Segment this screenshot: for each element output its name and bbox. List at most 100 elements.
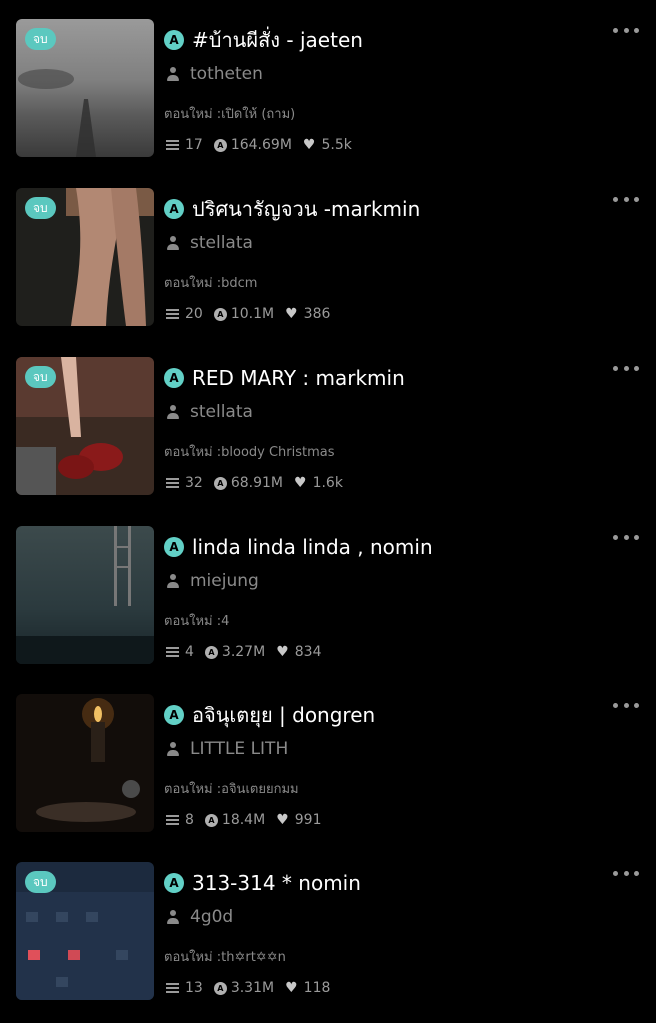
story-item[interactable]: จบ A 313-314 * nomin 4g0d ตอนใหม่ :th✡rt… <box>0 862 656 1022</box>
story-stats: 20 A 10.1M ♥ 386 <box>166 305 341 323</box>
parts-count: 32 <box>185 475 203 491</box>
latest-update: ตอนใหม่ :4 <box>164 614 230 629</box>
a-icon: A <box>164 368 184 388</box>
reads-icon: A <box>204 813 218 827</box>
user-icon <box>166 910 180 924</box>
reads-icon: A <box>204 645 218 659</box>
author[interactable]: 4g0d <box>166 906 233 928</box>
author-name[interactable]: totheten <box>190 64 263 84</box>
story-stats: 4 A 3.27M ♥ 834 <box>166 643 332 661</box>
story-stats: 32 A 68.91M ♥ 1.6k <box>166 474 354 492</box>
a-icon: A <box>164 705 184 725</box>
author-name[interactable]: stellata <box>190 233 253 253</box>
votes-count: 991 <box>294 812 322 828</box>
story-item[interactable]: จบ A RED MARY : markmin stellata ตอนใหม่… <box>0 357 656 517</box>
parts-count: 17 <box>185 137 203 153</box>
reads-icon: A <box>213 307 227 321</box>
heart-icon: ♥ <box>285 306 298 322</box>
user-icon <box>166 236 180 250</box>
reads-icon: A <box>213 981 227 995</box>
reads-count: 68.91M <box>230 475 283 491</box>
list-icon <box>166 982 179 994</box>
reads-count: 10.1M <box>230 306 275 322</box>
user-icon <box>166 742 180 756</box>
story-title[interactable]: #บ้านผีสั่ง - jaeten <box>192 24 363 56</box>
more-options-button[interactable] <box>613 23 639 37</box>
heart-icon: ♥ <box>276 644 289 660</box>
heart-icon: ♥ <box>276 812 289 828</box>
story-item[interactable]: A linda linda linda , nomin miejung ตอนใ… <box>0 526 656 686</box>
author-name[interactable]: stellata <box>190 402 253 422</box>
story-title[interactable]: linda linda linda , nomin <box>192 535 433 559</box>
votes-count: 5.5k <box>321 137 352 153</box>
votes-count: 386 <box>303 306 331 322</box>
story-title[interactable]: RED MARY : markmin <box>192 366 405 390</box>
author[interactable]: stellata <box>166 401 253 423</box>
list-icon <box>166 139 179 151</box>
story-item[interactable]: จบ A ปริศนารัญจวน -markmin stellata ตอนใ… <box>0 188 656 348</box>
latest-update: ตอนใหม่ :bloody Christmas <box>164 445 335 460</box>
completed-badge: จบ <box>25 871 56 893</box>
completed-badge: จบ <box>25 28 56 50</box>
story-title[interactable]: 313-314 * nomin <box>192 871 361 895</box>
heart-icon: ♥ <box>285 980 298 996</box>
author[interactable]: totheten <box>166 63 263 85</box>
votes-count: 834 <box>294 644 322 660</box>
more-options-button[interactable] <box>613 530 639 544</box>
latest-update: ตอนใหม่ :th✡rt✡✡n <box>164 950 286 965</box>
author-name[interactable]: LITTLE LITH <box>190 739 288 759</box>
story-stats: 8 A 18.4M ♥ 991 <box>166 811 332 829</box>
votes-count: 118 <box>303 980 331 996</box>
latest-update: ตอนใหม่ :เปิดให้ (ถาม) <box>164 107 296 122</box>
story-cover[interactable]: จบ <box>16 19 154 157</box>
parts-count: 20 <box>185 306 203 322</box>
more-options-button[interactable] <box>613 866 639 880</box>
user-icon <box>166 67 180 81</box>
story-cover[interactable]: จบ <box>16 357 154 495</box>
story-cover[interactable] <box>16 526 154 664</box>
author-name[interactable]: miejung <box>190 571 259 591</box>
reads-count: 164.69M <box>230 137 292 153</box>
completed-badge: จบ <box>25 366 56 388</box>
parts-count: 8 <box>185 812 194 828</box>
story-title[interactable]: ปริศนารัญจวน -markmin <box>192 193 420 225</box>
votes-count: 1.6k <box>312 475 343 491</box>
heart-icon: ♥ <box>294 475 307 491</box>
heart-icon: ♥ <box>302 137 316 153</box>
author[interactable]: stellata <box>166 232 253 254</box>
list-icon <box>166 477 179 489</box>
user-icon <box>166 574 180 588</box>
story-cover[interactable]: จบ <box>16 188 154 326</box>
parts-count: 13 <box>185 980 203 996</box>
story-item[interactable]: A อจินุเตยุย | dongren LITTLE LITH ตอนให… <box>0 694 656 854</box>
latest-update: ตอนใหม่ :bdcm <box>164 276 258 291</box>
story-cover[interactable] <box>16 694 154 832</box>
more-options-button[interactable] <box>613 698 639 712</box>
story-cover[interactable]: จบ <box>16 862 154 1000</box>
more-options-button[interactable] <box>613 192 639 206</box>
completed-badge: จบ <box>25 197 56 219</box>
latest-update: ตอนใหม่ :อจินเตยยกมม <box>164 782 299 797</box>
author-name[interactable]: 4g0d <box>190 907 233 927</box>
more-options-button[interactable] <box>613 361 639 375</box>
reads-icon: A <box>213 138 227 152</box>
author[interactable]: LITTLE LITH <box>166 738 288 760</box>
story-item[interactable]: จบ A #บ้านผีสั่ง - jaeten totheten ตอนให… <box>0 19 656 179</box>
story-stats: 17 A 164.69M ♥ 5.5k <box>166 136 363 154</box>
list-icon <box>166 646 179 658</box>
a-icon: A <box>164 537 184 557</box>
a-icon: A <box>164 30 184 50</box>
user-icon <box>166 405 180 419</box>
author[interactable]: miejung <box>166 570 259 592</box>
reads-count: 18.4M <box>221 812 266 828</box>
a-icon: A <box>164 199 184 219</box>
parts-count: 4 <box>185 644 194 660</box>
reads-count: 3.31M <box>230 980 275 996</box>
reads-count: 3.27M <box>221 644 266 660</box>
reads-icon: A <box>213 476 227 490</box>
story-title[interactable]: อจินุเตยุย | dongren <box>192 699 375 731</box>
a-icon: A <box>164 873 184 893</box>
list-icon <box>166 814 179 826</box>
list-icon <box>166 308 179 320</box>
story-stats: 13 A 3.31M ♥ 118 <box>166 979 341 997</box>
